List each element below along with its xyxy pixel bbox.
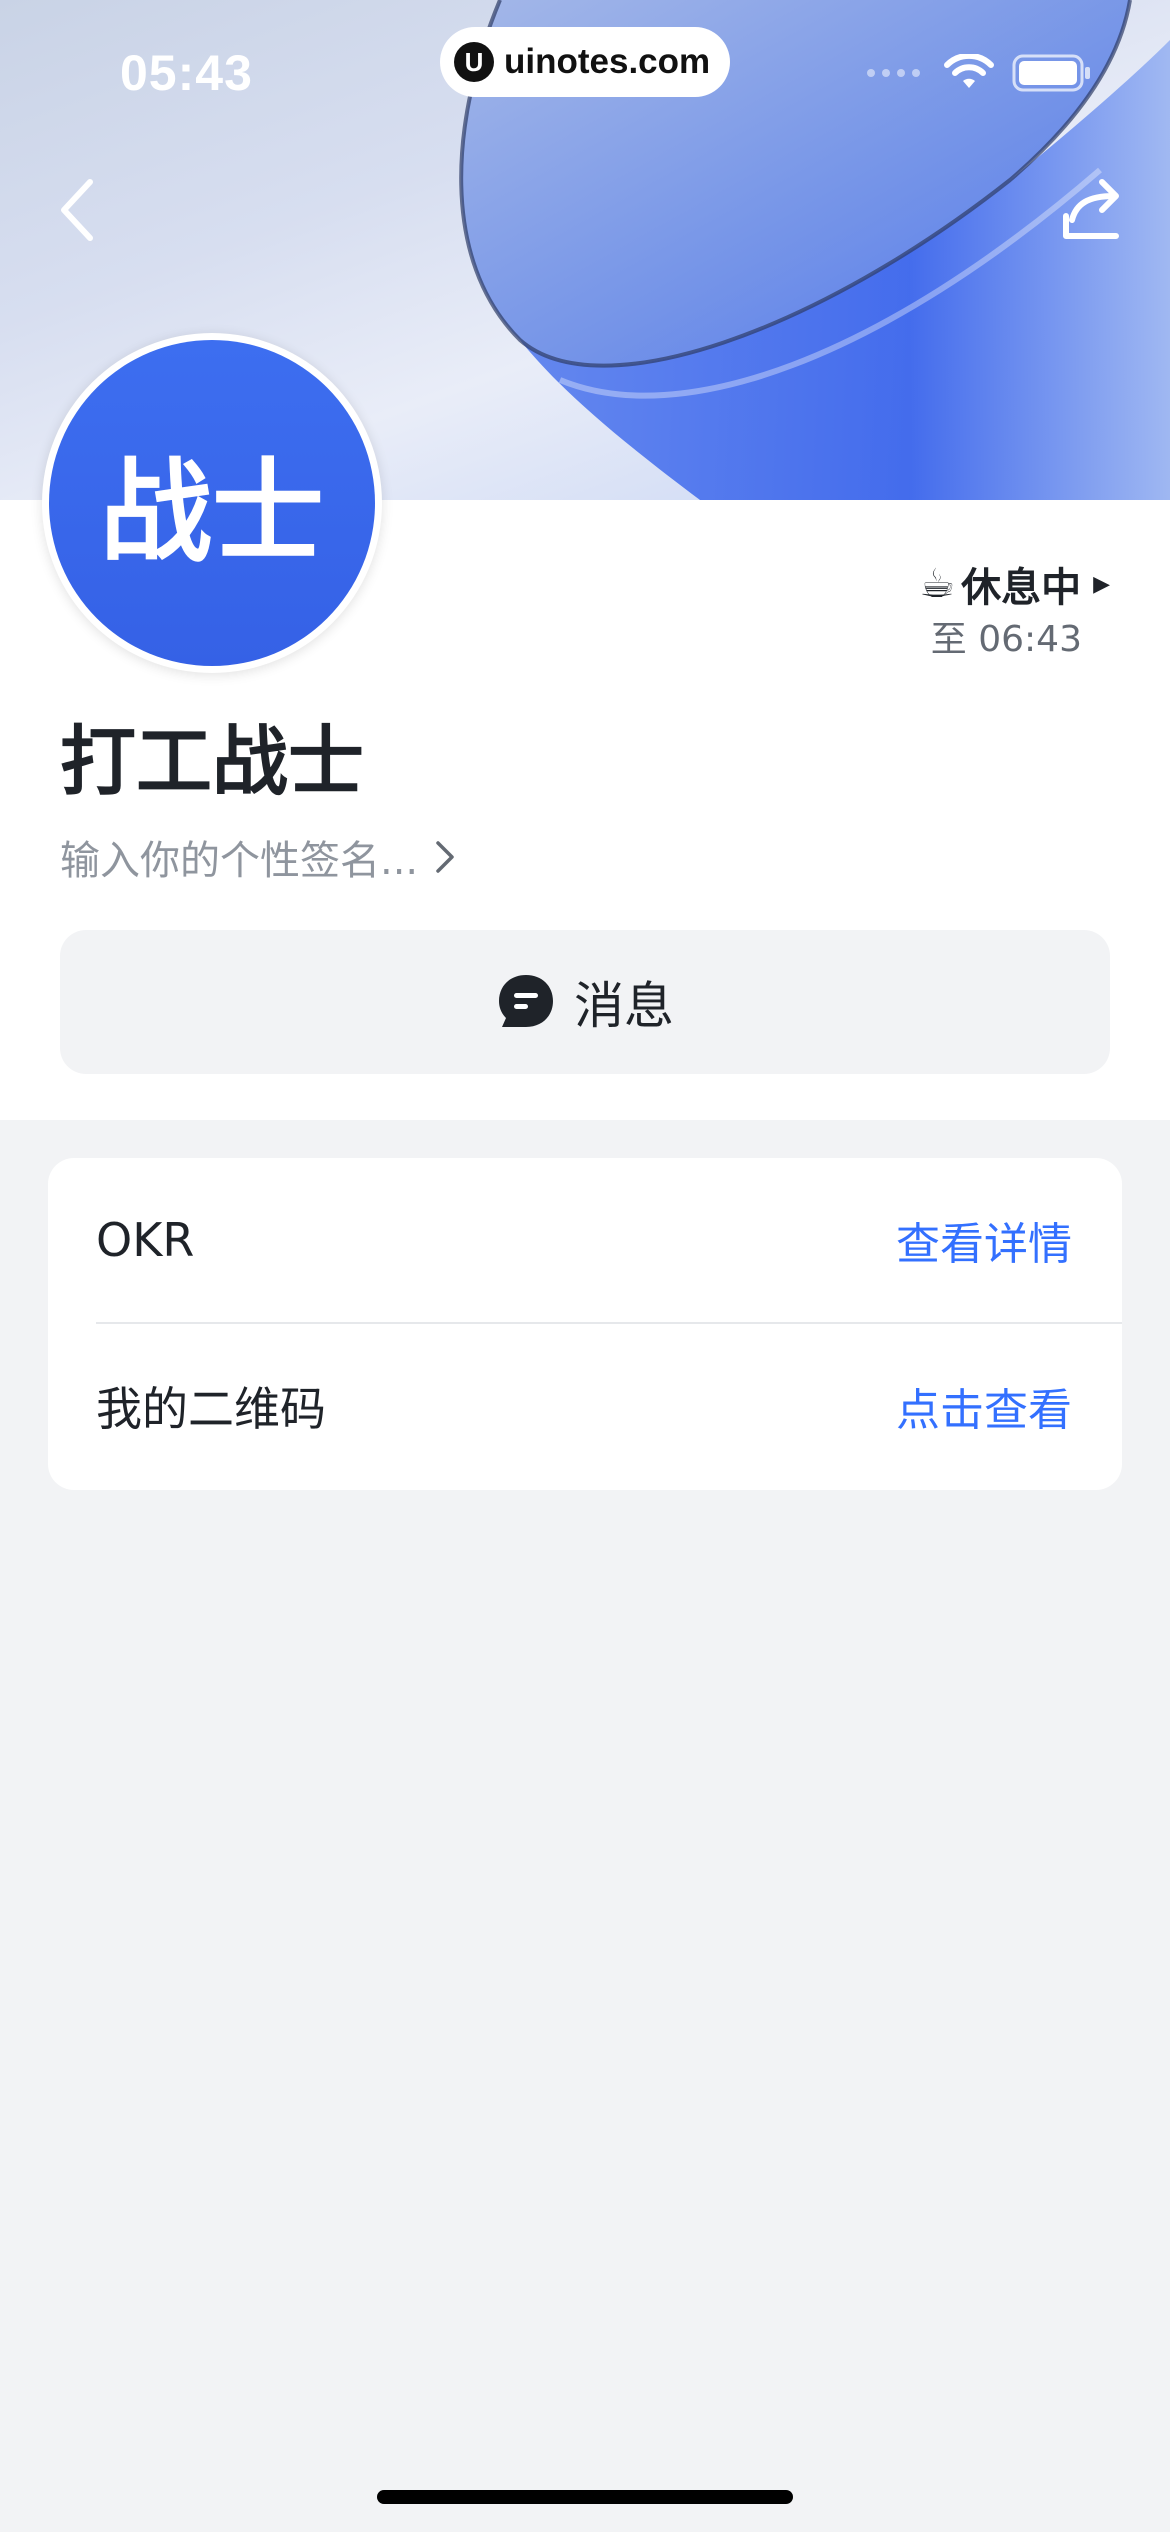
avatar-text: 战士: [49, 340, 375, 666]
share-icon[interactable]: [1058, 170, 1128, 250]
status-icons: [866, 54, 1092, 92]
message-button-label: 消息: [574, 977, 674, 1035]
chevron-left-icon[interactable]: [50, 170, 110, 250]
battery-icon: [1012, 54, 1090, 92]
message-button[interactable]: 消息: [60, 930, 1110, 1074]
info-list: OKR 查看详情 我的二维码 点击查看: [48, 1158, 1122, 1490]
coffee-icon: ☕: [919, 561, 956, 607]
profile-name: 打工战士: [60, 717, 364, 806]
home-indicator: [377, 2490, 793, 2504]
signature-placeholder: 输入你的个性签名...: [60, 838, 419, 884]
uinotes-logo-icon: U: [454, 42, 494, 82]
list-item-title: 我的二维码: [96, 1382, 326, 1436]
status-label: 休息中: [961, 565, 1082, 611]
signature-field[interactable]: 输入你的个性签名...: [60, 828, 456, 886]
wifi-icon: [944, 54, 994, 88]
list-item-okr[interactable]: OKR 查看详情: [48, 1158, 1122, 1322]
chat-bubble-icon: [499, 975, 553, 1027]
url-text: uinotes.com: [504, 42, 711, 81]
list-item-qrcode[interactable]: 我的二维码 点击查看: [48, 1324, 1122, 1488]
status-chip[interactable]: ☕ 休息中 ▶: [919, 555, 1110, 613]
caret-right-icon: ▶: [1093, 571, 1110, 597]
view-qrcode-link[interactable]: 点击查看: [896, 1374, 1072, 1438]
profile-page: 05:43 U uinotes.com 战士 ☕ 休息中 ▶ 至 06:43 打…: [0, 0, 1170, 2532]
view-details-link[interactable]: 查看详情: [896, 1208, 1072, 1272]
status-until: 至 06:43: [930, 619, 1082, 660]
list-item-title: OKR: [96, 1213, 195, 1267]
avatar[interactable]: 战士: [42, 333, 382, 673]
url-pill: U uinotes.com: [440, 27, 730, 97]
signal-dots-icon: [867, 69, 920, 77]
status-time: 05:43: [120, 45, 253, 101]
chevron-right-icon: [436, 841, 454, 873]
